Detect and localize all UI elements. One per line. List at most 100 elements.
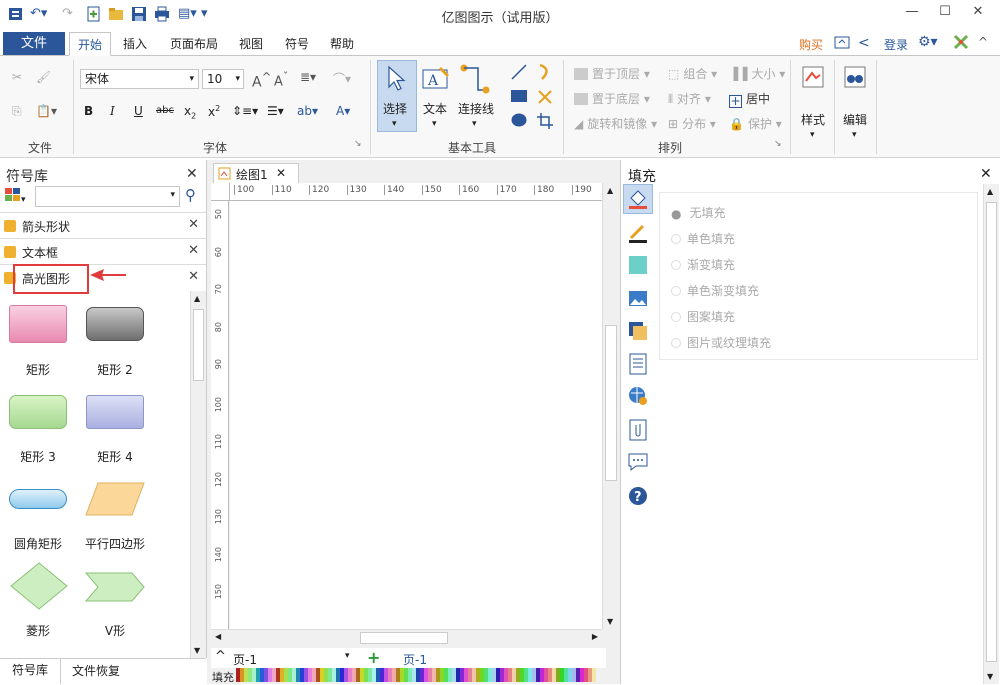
palette-swatch[interactable]	[592, 668, 596, 682]
text-tool-button[interactable]: 文本	[423, 100, 447, 117]
align-button[interactable]: ⫴ 对齐 ▾	[668, 90, 711, 107]
select-dropdown-icon[interactable]: ▾	[392, 119, 397, 129]
font-color-icon[interactable]: A▾	[336, 104, 350, 118]
fill-option-solid[interactable]: 单色填充	[671, 230, 735, 247]
connector-dropdown-icon[interactable]: ▾	[472, 119, 477, 129]
shadow-icon[interactable]	[627, 254, 649, 276]
help-icon[interactable]: ?	[627, 485, 649, 507]
search-icon[interactable]: ⚲	[185, 186, 196, 204]
page-select[interactable]: 页-1	[233, 651, 257, 668]
page-dropdown-icon[interactable]: ▾	[345, 651, 350, 661]
text-color-icon[interactable]: ab▾	[297, 104, 318, 118]
page-nav-up-icon[interactable]: ^	[215, 649, 226, 664]
shape-rectangle-3[interactable]	[9, 395, 67, 429]
shape-diamond[interactable]	[9, 561, 69, 611]
ribbon-collapse-icon[interactable]: ^	[978, 35, 988, 49]
bold-icon[interactable]: B	[84, 104, 93, 118]
fill-option-picture-texture[interactable]: 图片或纹理填充	[671, 334, 771, 351]
category-arrow-shapes[interactable]: 箭头形状 ✕	[0, 212, 206, 238]
fill-bucket-icon[interactable]	[627, 188, 649, 210]
tab-file-recovery[interactable]: 文件恢复	[72, 662, 120, 679]
shape-rectangle[interactable]	[9, 305, 67, 343]
tab-help[interactable]: 帮助	[322, 32, 362, 56]
shape-gallery-scrollbar[interactable]: ▲ ▼	[190, 291, 206, 658]
edit-button[interactable]: 编辑	[843, 111, 867, 128]
font-dialog-launcher-icon[interactable]: ↘	[354, 139, 362, 149]
buy-link[interactable]: 购买	[799, 36, 823, 53]
rectangle-shape-icon[interactable]	[510, 88, 528, 107]
library-menu-icon[interactable]: ▾	[5, 188, 26, 205]
tab-page-layout[interactable]: 页面布局	[162, 32, 226, 56]
subscript-icon[interactable]: x2	[184, 104, 196, 120]
format-painter-icon[interactable]: 🖌	[36, 70, 51, 84]
send-to-back-button[interactable]: 置于底层 ▾	[574, 90, 650, 107]
edit-dropdown-icon[interactable]: ▾	[852, 130, 857, 140]
close-category-icon[interactable]: ✕	[188, 269, 199, 284]
shape-chevron[interactable]	[84, 571, 146, 603]
add-page-icon[interactable]: +	[367, 648, 380, 667]
hyperlink-globe-icon[interactable]	[627, 385, 649, 407]
size-button[interactable]: ▐▐ 大小 ▾	[729, 65, 785, 82]
copy-icon[interactable]: ⎘	[12, 104, 22, 119]
point-tool-icon[interactable]	[536, 88, 554, 109]
close-category-icon[interactable]: ✕	[188, 217, 199, 232]
text-dropdown-icon[interactable]: ▾	[432, 119, 437, 129]
bullet-list-icon[interactable]: ☰▾	[267, 104, 284, 118]
close-panel-icon[interactable]: ✕	[186, 166, 198, 182]
protect-button[interactable]: 🔒 保护 ▾	[729, 115, 782, 132]
line-spacing-icon[interactable]: ⇕≡▾	[232, 104, 258, 118]
maximize-button[interactable]: ☐	[935, 4, 955, 19]
shrink-font-icon[interactable]: Aˇ	[274, 70, 288, 89]
settings-gear-icon[interactable]: ⚙▾	[918, 34, 938, 50]
strikethrough-icon[interactable]: abc	[156, 105, 174, 116]
shape-parallelogram[interactable]	[84, 481, 146, 517]
fill-option-gradient[interactable]: 渐变填充	[671, 256, 735, 273]
tab-view[interactable]: 视图	[231, 32, 271, 56]
rotate-mirror-button[interactable]: ◢ 旋转和镜像 ▾	[574, 115, 657, 132]
curve-text-icon[interactable]: ⌒▾	[333, 70, 351, 87]
arc-shape-icon[interactable]	[536, 63, 554, 84]
bring-to-front-button[interactable]: 置于顶层 ▾	[574, 65, 650, 82]
distribute-button[interactable]: ⊞ 分布 ▾	[668, 115, 716, 132]
comment-icon[interactable]	[627, 451, 649, 473]
line-shape-icon[interactable]	[510, 63, 528, 84]
shape-rectangle-4[interactable]	[86, 395, 144, 429]
category-text-box[interactable]: 文本框 ✕	[0, 238, 206, 264]
line-style-icon[interactable]	[627, 222, 649, 244]
ellipse-shape-icon[interactable]	[510, 112, 528, 131]
login-link[interactable]: 登录	[884, 36, 908, 53]
document-tab[interactable]: 绘图1 ✕	[213, 163, 299, 183]
crop-icon[interactable]	[536, 112, 554, 133]
tab-symbol-library[interactable]: 符号库	[0, 659, 61, 684]
tab-symbol[interactable]: 符号	[277, 32, 317, 56]
canvas-horizontal-scrollbar[interactable]: ◀ ▶	[211, 629, 602, 646]
style-dropdown-icon[interactable]: ▾	[810, 130, 815, 140]
shape-rectangle-2[interactable]	[86, 307, 144, 341]
close-fill-panel-icon[interactable]: ✕	[980, 166, 992, 182]
paragraph-align-icon[interactable]: ≣▾	[300, 70, 316, 84]
tab-insert[interactable]: 插入	[115, 32, 155, 56]
color-palette[interactable]	[236, 668, 596, 682]
group-button[interactable]: ⬚ 组合 ▾	[668, 65, 717, 82]
canvas-vertical-scrollbar[interactable]: ▲ ▼	[602, 183, 619, 629]
connector-tool-button[interactable]: 连接线	[458, 100, 494, 117]
underline-icon[interactable]: U	[134, 104, 143, 118]
fill-option-mono-gradient[interactable]: 单色渐变填充	[671, 282, 759, 299]
fill-panel-scrollbar[interactable]: ▲ ▼	[983, 184, 999, 684]
share-icon[interactable]: <	[858, 35, 870, 51]
attachment-icon[interactable]	[627, 419, 649, 441]
page-tab[interactable]: 页-1	[403, 651, 427, 668]
grow-font-icon[interactable]: A^	[252, 70, 271, 91]
close-category-icon[interactable]: ✕	[188, 243, 199, 258]
share-screen-icon[interactable]	[834, 35, 850, 54]
tab-home[interactable]: 开始	[69, 32, 112, 56]
file-menu-button[interactable]: 文件	[3, 32, 65, 55]
drawing-canvas[interactable]	[230, 201, 602, 629]
fill-option-none[interactable]: ● 无填充	[671, 204, 726, 221]
shape-rounded-rectangle[interactable]	[9, 489, 67, 509]
close-document-icon[interactable]: ✕	[276, 166, 286, 180]
fill-option-pattern[interactable]: 图案填充	[671, 308, 735, 325]
close-window-button[interactable]: ✕	[968, 4, 988, 19]
arrange-dialog-launcher-icon[interactable]: ↘	[774, 139, 782, 149]
layers-icon[interactable]	[627, 320, 649, 342]
